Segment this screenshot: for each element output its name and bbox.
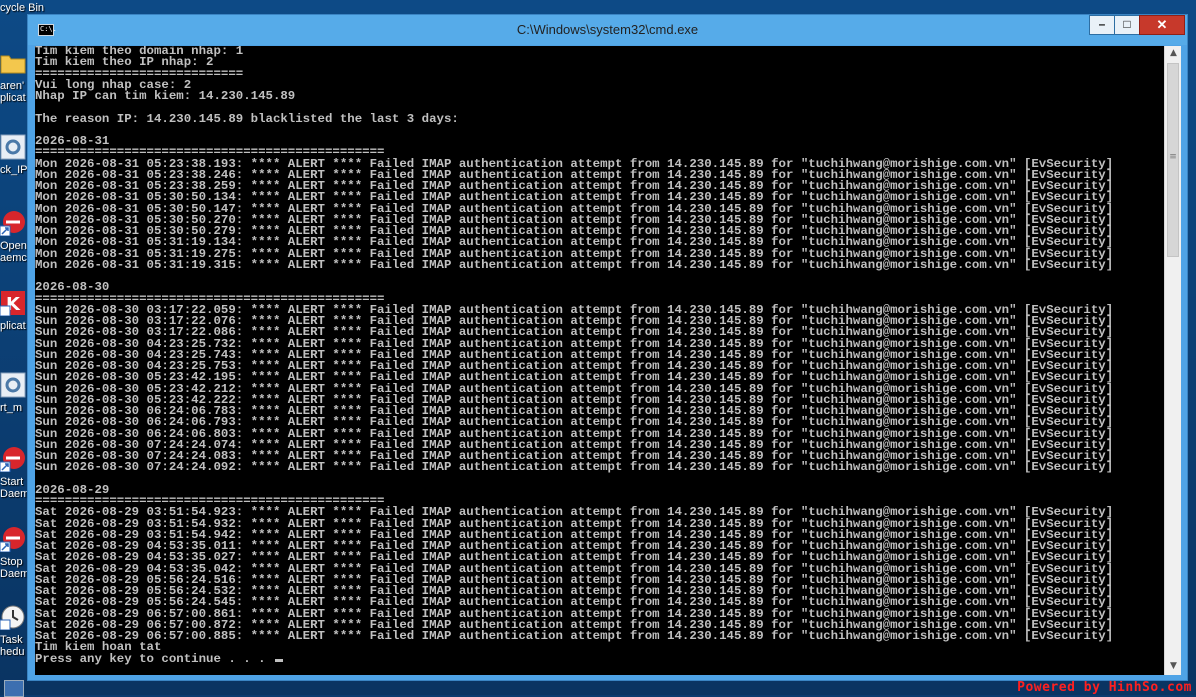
recycle-bin-label[interactable]: cycle Bin — [0, 2, 44, 14]
folder-icon — [0, 55, 26, 74]
desktop-icon-open-daemon[interactable]: Open aemc — [0, 210, 28, 264]
scroll-up-button[interactable]: ▲ — [1166, 46, 1181, 62]
k-app-icon: K — [0, 291, 25, 317]
maximize-button[interactable]: □ — [1114, 15, 1140, 35]
vertical-scrollbar[interactable]: ▲ ≡ ▼ — [1164, 46, 1181, 675]
scrollbar-thumb[interactable]: ≡ — [1167, 63, 1179, 257]
desktop-icon-label: rt_m — [0, 402, 22, 414]
cmd-window: C:\. C:\Windows\system32\cmd.exe – □ ✕ T… — [27, 14, 1188, 681]
close-button[interactable]: ✕ — [1139, 15, 1185, 35]
desktop-icon-label: Stop Daem — [0, 556, 28, 580]
console-line: Mon 2026-08-31 05:31:19.315: **** ALERT … — [35, 257, 1114, 272]
desktop-icon-label: Open aemc — [0, 240, 27, 264]
text-cursor — [274, 658, 283, 662]
desktop-icon-label: plicat — [0, 320, 26, 332]
watermark: Powered by HinhSo.com — [1017, 680, 1192, 695]
app-shortcut-icon — [0, 211, 25, 237]
console-lines: Tim kiem theo domain nhap: 1 Tim kiem the… — [35, 46, 1113, 665]
minimize-button[interactable]: – — [1089, 15, 1115, 35]
arrow-up-icon: ▲ — [1170, 48, 1177, 58]
console-line: Nhap IP can tim kiem: 14.230.145.89 — [35, 89, 296, 103]
desktop-icon-start-mail[interactable]: rt_m — [0, 372, 28, 414]
desktop-icon-label: Task hedu — [0, 634, 25, 658]
console-line: The reason IP: 14.230.145.89 blacklisted… — [35, 111, 459, 126]
desktop-icon-stop-daemon[interactable]: Stop Daem — [0, 526, 28, 580]
console-output[interactable]: Tim kiem theo domain nhap: 1 Tim kiem the… — [35, 46, 1164, 675]
close-icon: ✕ — [1156, 17, 1168, 32]
desktop-icon-label: aren' plicat — [0, 80, 26, 104]
desktop-icon-label: ck_IP — [0, 164, 28, 176]
window-title: C:\Windows\system32\cmd.exe — [516, 22, 699, 37]
taskbar-app-icon[interactable] — [4, 680, 24, 697]
title-bar[interactable]: C:\. C:\Windows\system32\cmd.exe – □ ✕ — [28, 15, 1187, 45]
minimize-icon: – — [1098, 17, 1106, 31]
console-line: Press any key to continue . . . — [35, 652, 1113, 665]
desktop-icon-k-application[interactable]: K plicat — [0, 290, 28, 332]
scroll-down-button[interactable]: ▼ — [1166, 659, 1181, 675]
app-shortcut-icon — [0, 527, 25, 553]
gear-shortcut-icon — [0, 372, 26, 398]
console-line: ============================ — [35, 66, 244, 81]
desktop-icon-parent-application[interactable]: aren' plicat — [0, 50, 28, 104]
desktop-icon-task-scheduler[interactable]: Task hedu — [0, 604, 28, 658]
maximize-icon: □ — [1123, 17, 1131, 31]
desktop-icon-label: Start Daem — [0, 476, 28, 500]
console-line: Sun 2026-08-30 07:24:24.092: **** ALERT … — [35, 460, 1114, 475]
desktop-icon-start-daemon[interactable]: Start Daem — [0, 446, 28, 500]
grip-icon: ≡ — [1169, 152, 1177, 162]
desktop-icon-check-ip[interactable]: ck_IP — [0, 134, 28, 176]
arrow-down-icon: ▼ — [1170, 661, 1177, 671]
clock-icon — [0, 605, 25, 631]
console-line: Sat 2026-08-29 06:57:00.885: **** ALERT … — [35, 629, 1114, 643]
app-shortcut-icon — [0, 447, 25, 473]
gear-shortcut-icon — [0, 134, 26, 160]
